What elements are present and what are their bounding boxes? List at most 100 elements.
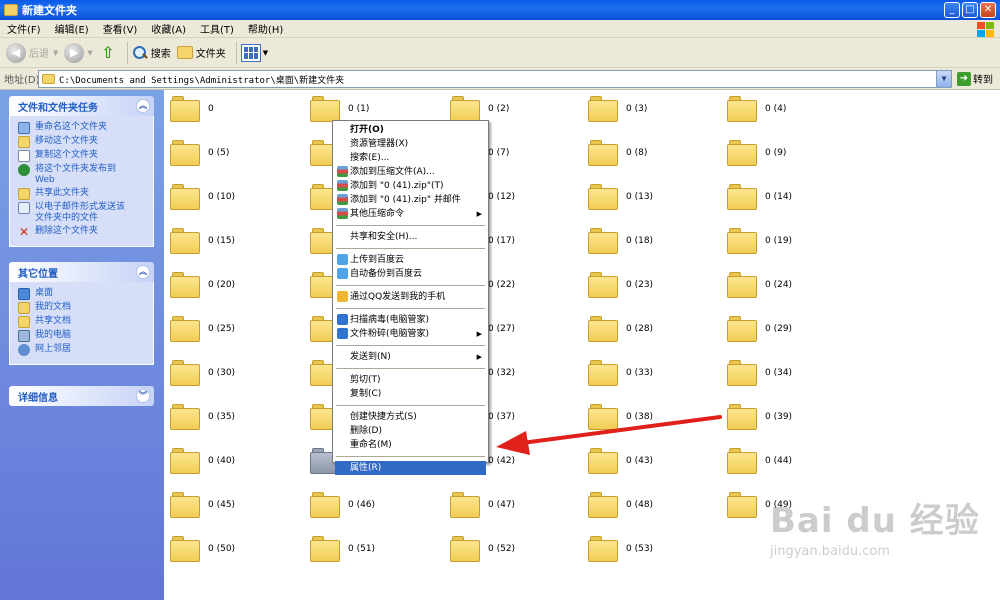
collapse-icon[interactable]: ︽	[136, 265, 150, 279]
menu-file[interactable]: 文件(F)	[0, 21, 48, 36]
folder-item[interactable]: 0 (39)	[727, 404, 792, 430]
go-button[interactable]: ➜ 转到	[957, 71, 993, 86]
context-menu-item[interactable]: 文件粉碎(电脑管家) ▶	[335, 327, 486, 341]
folder-item[interactable]: 0 (51)	[310, 536, 375, 562]
context-menu-item[interactable]: 发送到(N) ▶	[335, 350, 486, 364]
menu-help[interactable]: 帮助(H)	[241, 21, 290, 36]
folder-item[interactable]: 0 (25)	[170, 316, 235, 342]
folder-item[interactable]: 0 (28)	[588, 316, 653, 342]
task-rename-folder[interactable]: 重命名这个文件夹	[18, 122, 149, 134]
address-input[interactable]: C:\Documents and Settings\Administrator\…	[38, 70, 952, 88]
folder-item[interactable]: 0 (1)	[310, 96, 369, 122]
folder-item[interactable]: 0 (10)	[170, 184, 235, 210]
task-publish-web[interactable]: 将这个文件夹发布到 Web	[18, 164, 149, 186]
folder-name: 0 (15)	[208, 236, 236, 246]
folder-item[interactable]: 0 (45)	[170, 492, 235, 518]
folder-icon	[170, 96, 200, 122]
folder-item[interactable]: 0 (52)	[450, 536, 515, 562]
context-menu-item[interactable]: 上传到百度云	[335, 253, 486, 267]
folder-item[interactable]: 0 (40)	[170, 448, 235, 474]
folder-item[interactable]: 0 (30)	[170, 360, 235, 386]
folder-item[interactable]: 0 (19)	[727, 228, 792, 254]
forward-button[interactable]: ▶ ▼	[64, 42, 93, 63]
task-email-files[interactable]: 以电子邮件形式发送该 文件夹中的文件	[18, 202, 149, 224]
context-menu-item[interactable]: 资源管理器(X)	[335, 137, 486, 151]
folders-button[interactable]: 文件夹	[176, 45, 226, 60]
context-menu-item[interactable]: 重命名(M)	[335, 438, 486, 452]
folder-item[interactable]: 0 (46)	[310, 492, 375, 518]
chevron-down-icon: ▼	[53, 48, 59, 57]
address-dropdown-button[interactable]: ▼	[936, 71, 951, 87]
context-menu-item[interactable]: 其他压缩命令 ▶	[335, 207, 486, 221]
task-delete-folder[interactable]: ✕ 删除这个文件夹	[18, 226, 149, 238]
context-menu-item[interactable]: 添加到压缩文件(A)...	[335, 165, 486, 179]
folder-item[interactable]: 0 (18)	[588, 228, 653, 254]
folder-item[interactable]: 0 (35)	[170, 404, 235, 430]
place-shared-documents[interactable]: 共享文档	[18, 316, 149, 328]
task-share-folder[interactable]: 共享此文件夹	[18, 188, 149, 200]
minimize-button[interactable]: _	[944, 2, 960, 18]
context-menu-item[interactable]: 通过QQ发送到我的手机	[335, 290, 486, 304]
context-menu-item[interactable]: 删除(D)	[335, 424, 486, 438]
folder-item[interactable]: 0 (47)	[450, 492, 515, 518]
folder-item[interactable]: 0 (53)	[588, 536, 653, 562]
folder-item[interactable]: 0 (5)	[170, 140, 229, 166]
maximize-button[interactable]: □	[962, 2, 978, 18]
folder-item[interactable]: 0 (15)	[170, 228, 235, 254]
desktop-icon	[18, 288, 30, 300]
context-menu-item[interactable]: 共享和安全(H)...	[335, 230, 486, 244]
context-menu-item[interactable]: 添加到 "0 (41).zip" 并邮件	[335, 193, 486, 207]
task-move-folder[interactable]: 移动这个文件夹	[18, 136, 149, 148]
context-menu-item[interactable]: 创建快捷方式(S)	[335, 410, 486, 424]
place-desktop[interactable]: 桌面	[18, 288, 149, 300]
back-button[interactable]: ◀ 后退 ▼	[6, 42, 59, 63]
context-menu-item[interactable]: 属性(R)	[335, 461, 486, 475]
folder-item[interactable]: 0	[170, 96, 214, 122]
context-menu-item[interactable]: 自动备份到百度云	[335, 267, 486, 281]
close-button[interactable]: ✕	[980, 2, 996, 18]
folder-item[interactable]: 0 (3)	[588, 96, 647, 122]
menu-favorites[interactable]: 收藏(A)	[144, 21, 193, 36]
folder-item[interactable]: 0 (8)	[588, 140, 647, 166]
place-my-computer[interactable]: 我的电脑	[18, 330, 149, 342]
search-button[interactable]: 搜索	[132, 45, 171, 61]
folder-item[interactable]: 0 (23)	[588, 272, 653, 298]
folder-item[interactable]: 0 (29)	[727, 316, 792, 342]
panel-header[interactable]: 文件和文件夹任务 ︽	[9, 96, 154, 116]
place-my-documents[interactable]: 我的文档	[18, 302, 149, 314]
folder-item[interactable]: 0 (33)	[588, 360, 653, 386]
context-menu-item[interactable]: 打开(O)	[335, 123, 486, 137]
menu-edit[interactable]: 编辑(E)	[48, 21, 96, 36]
folder-name: 0 (25)	[208, 324, 236, 334]
folder-item[interactable]: 0 (13)	[588, 184, 653, 210]
up-button[interactable]: ⇧	[99, 43, 117, 62]
folder-name: 0 (18)	[626, 236, 654, 246]
folder-item[interactable]: 0 (50)	[170, 536, 235, 562]
context-menu-item[interactable]: 复制(C)	[335, 387, 486, 401]
panel-header[interactable]: 详细信息 ︾	[9, 386, 154, 406]
expand-icon[interactable]: ︾	[136, 389, 150, 403]
folder-item[interactable]: 0 (44)	[727, 448, 792, 474]
folder-item[interactable]: 0 (14)	[727, 184, 792, 210]
folder-item[interactable]: 0 (2)	[450, 96, 509, 122]
folder-icon	[4, 4, 18, 16]
panel-header[interactable]: 其它位置 ︽	[9, 262, 154, 282]
views-button[interactable]: ▼	[240, 43, 268, 62]
context-menu-item[interactable]: 剪切(T)	[335, 373, 486, 387]
menu-tools[interactable]: 工具(T)	[193, 21, 241, 36]
details-panel: 详细信息 ︾	[9, 386, 154, 406]
folder-item[interactable]: 0 (9)	[727, 140, 786, 166]
menu-view[interactable]: 查看(V)	[96, 21, 145, 36]
collapse-icon[interactable]: ︽	[136, 99, 150, 113]
folder-item[interactable]: 0 (4)	[727, 96, 786, 122]
folder-item[interactable]: 0 (24)	[727, 272, 792, 298]
place-network[interactable]: 网上邻居	[18, 344, 149, 356]
folder-icon	[170, 140, 200, 166]
task-copy-folder[interactable]: 复制这个文件夹	[18, 150, 149, 162]
context-menu-item[interactable]: 扫描病毒(电脑管家)	[335, 313, 486, 327]
folder-item[interactable]: 0 (34)	[727, 360, 792, 386]
context-menu-item[interactable]: 添加到 "0 (41).zip"(T)	[335, 179, 486, 193]
folder-item[interactable]: 0 (20)	[170, 272, 235, 298]
folder-item[interactable]: 0 (48)	[588, 492, 653, 518]
context-menu-item[interactable]: 搜索(E)...	[335, 151, 486, 165]
